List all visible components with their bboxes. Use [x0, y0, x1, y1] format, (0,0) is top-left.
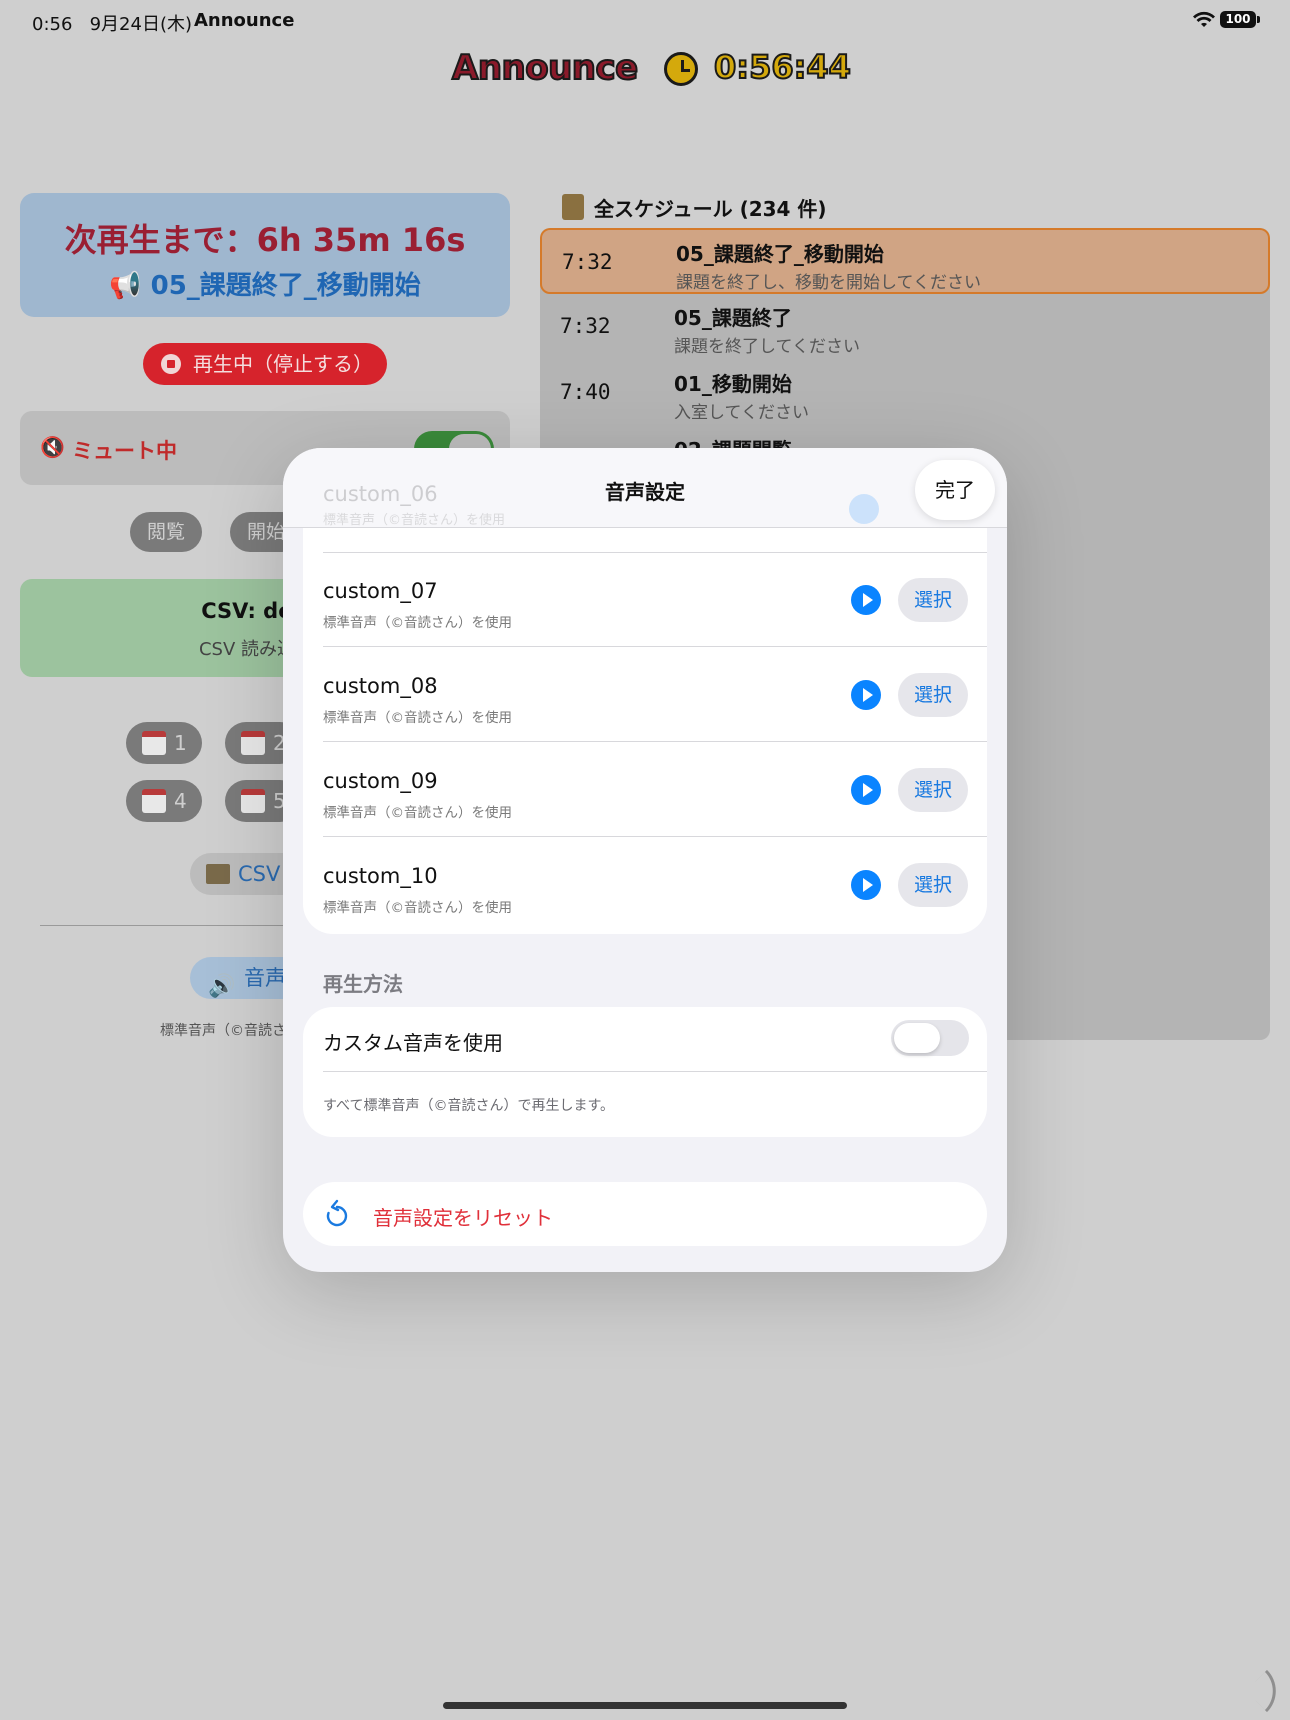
calendar-icon [142, 789, 166, 813]
schedule-desc: 課題を終了してください [674, 337, 860, 357]
playback-method-heading: 再生方法 [323, 972, 403, 996]
schedule-desc: 入室してください [674, 403, 809, 423]
next-countdown: 次再生まで：6h 35m 16s [64, 221, 466, 259]
voice-source-note: 標準音声（©音読さ [160, 1023, 286, 1039]
voice-row-custom-10: custom_10 標準音声（©音読さん）を使用 選択 [303, 837, 987, 932]
playback-method-card: カスタム音声を使用 すべて標準音声（©音読さん）で再生します。 [303, 1007, 987, 1137]
speaker-muted-icon: 🔇 [40, 435, 65, 459]
playback-method-note: すべて標準音声（©音読さん）で再生します。 [323, 1098, 615, 1114]
reset-icon [326, 1199, 348, 1227]
calendar-icon [142, 731, 166, 755]
schedule-heading-text: 全スケジュール (234 件) [594, 197, 827, 221]
schedule-time: 7:32 [560, 314, 611, 338]
home-indicator [443, 1702, 847, 1709]
schedule-desc: 課題を終了し、移動を開始してください [676, 273, 981, 293]
app-title: Announce [451, 47, 639, 89]
mute-label: ミュート中 [72, 439, 177, 463]
speaker-icon: 🔊 [208, 974, 236, 999]
status-app-name: Announce [194, 10, 295, 31]
day-button-label: 4 [174, 789, 187, 813]
modal-title: 音声設定 [605, 480, 685, 504]
stop-icon [161, 354, 181, 374]
voice-row-custom-08: custom_08 標準音声（©音読さん）を使用 選択 [303, 647, 987, 742]
voice-row-custom-07: custom_07 標準音声（©音読さん）を使用 選択 [303, 552, 987, 647]
voice-list: custom_07 標準音声（©音読さん）を使用 選択 custom_08 標準… [303, 528, 987, 934]
method-divider [323, 1071, 987, 1072]
schedule-time: 7:32 [562, 250, 613, 274]
schedule-time: 7:40 [560, 380, 611, 404]
stop-playback-button[interactable]: 再生中（停止する） [143, 343, 387, 385]
play-icon[interactable] [851, 680, 881, 710]
select-button[interactable]: 選択 [898, 863, 968, 907]
stop-playback-label: 再生中（停止する） [193, 352, 373, 376]
next-track-name: 📢 05_課題終了_移動開始 [109, 271, 421, 301]
select-button[interactable]: 選択 [898, 768, 968, 812]
schedule-title: 05_課題終了_移動開始 [676, 242, 884, 266]
clipboard-icon [562, 194, 584, 220]
wifi-icon [1193, 11, 1215, 27]
tab-browse[interactable]: 閲覧 [130, 512, 202, 552]
battery-icon: 100 [1220, 11, 1260, 28]
voice-name: custom_08 [323, 674, 438, 698]
voice-name: custom_07 [323, 579, 438, 603]
reset-voice-settings-button[interactable]: 音声設定をリセット [303, 1182, 987, 1246]
voice-desc: 標準音声（©音読さん）を使用 [323, 805, 512, 821]
custom-voice-toggle-label: カスタム音声を使用 [323, 1031, 503, 1055]
voice-desc: 標準音声（©音読さん）を使用 [323, 615, 512, 631]
corner-gesture-mark [1245, 1669, 1289, 1713]
next-play-card: 次再生まで：6h 35m 16s 📢 05_課題終了_移動開始 [20, 193, 510, 317]
schedule-row[interactable]: 7:40 01_移動開始 入室してください [540, 360, 1270, 426]
ghost-voice-desc: 標準音声（©音読さん）を使用 [323, 513, 506, 528]
schedule-title: 05_課題終了 [674, 306, 792, 330]
voice-row-custom-09: custom_09 標準音声（©音読さん）を使用 選択 [303, 742, 987, 837]
schedule-row-active[interactable]: 7:32 05_課題終了_移動開始 課題を終了し、移動を開始してください [540, 228, 1270, 294]
schedule-row[interactable]: 7:32 05_課題終了 課題を終了してください [540, 294, 1270, 360]
app-header: Announce 0:56:44 [0, 44, 1290, 92]
select-button[interactable]: 選択 [898, 578, 968, 622]
clock-icon [664, 52, 698, 86]
day-button-4[interactable]: 4 [126, 780, 202, 822]
header-clock-time: 0:56:44 [713, 47, 852, 87]
status-time: 0:56 9月24日(木) [32, 14, 192, 35]
select-button[interactable]: 選択 [898, 673, 968, 717]
csv-button-label: CSV [238, 862, 281, 886]
reset-label: 音声設定をリセット [373, 1206, 553, 1230]
status-bar: 0:56 9月24日(木) Announce 100 [0, 0, 1290, 40]
custom-voice-toggle[interactable] [891, 1020, 969, 1056]
voice-settings-modal: custom_06 標準音声（©音読さん）を使用 音声設定 完了 custom_… [283, 448, 1007, 1272]
calendar-icon [241, 731, 265, 755]
voice-button-label: 音声 [244, 966, 286, 990]
folder-icon [206, 864, 230, 884]
voice-desc: 標準音声（©音読さん）を使用 [323, 900, 512, 916]
schedule-title: 01_移動開始 [674, 372, 792, 396]
voice-desc: 標準音声（©音読さん）を使用 [323, 710, 512, 726]
done-button[interactable]: 完了 [915, 460, 995, 520]
play-icon[interactable] [851, 585, 881, 615]
voice-name: custom_10 [323, 864, 438, 888]
calendar-icon [241, 789, 265, 813]
voice-name: custom_09 [323, 769, 438, 793]
play-icon[interactable] [851, 775, 881, 805]
play-icon[interactable] [851, 870, 881, 900]
day-button-1[interactable]: 1 [126, 722, 202, 764]
day-button-label: 1 [174, 731, 187, 755]
